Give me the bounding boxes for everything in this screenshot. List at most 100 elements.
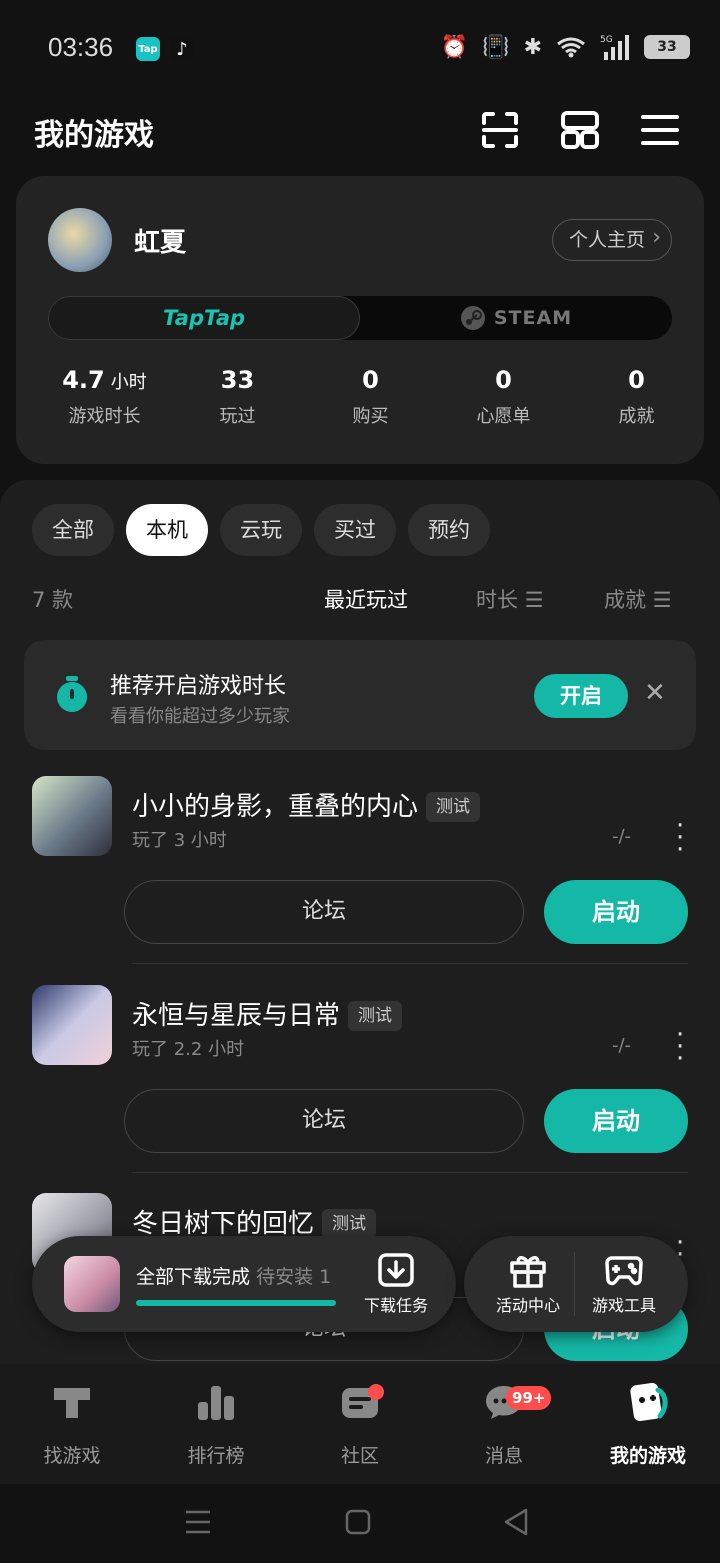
stat-wishlist[interactable]: 0 心愿单 — [437, 366, 570, 428]
home-icon[interactable] — [344, 1506, 372, 1538]
sort-playtime[interactable]: 时长 ☰ — [476, 584, 544, 614]
taptap-t-icon — [54, 1388, 90, 1418]
promo-subtitle: 看看你能超过多少玩家 — [110, 706, 290, 727]
profile-home-button[interactable]: 个人主页 — [551, 218, 672, 261]
game-thumbnail[interactable] — [32, 985, 112, 1065]
game-thumbnail[interactable] — [32, 776, 112, 856]
status-bar: 03:36 Tap ♪ ⏰ 📳 ✱ 5G 33 — [0, 0, 720, 96]
nav-my-games[interactable]: 我的游戏 — [588, 1380, 708, 1468]
steam-label: STEAM — [493, 307, 573, 329]
nav-label: 排行榜 — [187, 1445, 245, 1467]
platform-taptap-tab[interactable]: TapTap — [48, 296, 360, 340]
test-badge: 测试 — [426, 792, 481, 822]
platform-switch: TapTap STEAM — [48, 296, 672, 340]
download-status-bar[interactable]: 全部下载完成 待安装 1 下载任务 — [32, 1236, 456, 1332]
launch-button[interactable]: 启动 — [544, 1089, 688, 1153]
grid-icon — [561, 111, 599, 149]
nav-find-games[interactable]: 找游戏 — [12, 1380, 132, 1468]
scan-button[interactable] — [476, 106, 524, 154]
stat-played[interactable]: 33 玩过 — [171, 366, 304, 428]
page-header: 我的游戏 — [0, 96, 720, 168]
stats-row: 4.7 小时 游戏时长 33 玩过 0 购买 0 心愿单 0 成就 — [16, 366, 704, 428]
close-icon[interactable]: ✕ — [644, 678, 666, 708]
game-item: 永恒与星辰与日常 测试 玩了 2.2 小时 -/- · · · 论坛 启动 — [0, 969, 720, 1177]
stat-value: 0 — [495, 366, 512, 394]
activity-center-button[interactable]: 活动中心 — [478, 1252, 578, 1316]
tools-bar: 活动中心 游戏工具 — [464, 1236, 688, 1332]
platform-steam-tab[interactable]: STEAM — [360, 296, 672, 340]
filter-chip-local[interactable]: 本机 — [126, 504, 208, 556]
launch-button[interactable]: 启动 — [544, 880, 688, 944]
stat-purchased[interactable]: 0 购买 — [304, 366, 437, 428]
system-icons: ⏰ 📳 ✱ 5G 33 — [441, 34, 690, 60]
nav-label: 我的游戏 — [609, 1445, 686, 1467]
activity-center-label: 活动中心 — [495, 1296, 560, 1315]
stat-playtime[interactable]: 4.7 小时 游戏时长 — [38, 366, 171, 428]
my-games-icon — [630, 1383, 668, 1421]
alarm-icon: ⏰ — [440, 34, 469, 60]
download-progress — [136, 1300, 336, 1306]
sort-bar: 7 款 最近玩过 时长 ☰ 成就 ☰ — [32, 584, 688, 616]
download-task-label: 下载任务 — [363, 1296, 428, 1315]
enable-playtime-button[interactable]: 开启 — [534, 674, 628, 718]
menu-icon — [641, 115, 679, 145]
pending-install-text: 待安装 1 — [256, 1266, 332, 1288]
game-title[interactable]: 冬日树下的回忆 测试 — [132, 1203, 377, 1240]
download-icon — [378, 1253, 414, 1287]
nav-rankings[interactable]: 排行榜 — [156, 1380, 276, 1468]
page-title: 我的游戏 — [34, 118, 154, 153]
game-rating: -/- — [612, 1035, 632, 1056]
promo-title: 推荐开启游戏时长 — [110, 674, 287, 699]
download-thumbnail — [64, 1256, 120, 1312]
filter-chip-cloud[interactable]: 云玩 — [220, 504, 302, 556]
recent-apps-icon[interactable] — [184, 1506, 212, 1538]
stat-label: 玩过 — [219, 406, 256, 427]
status-time: 03:36 — [48, 32, 114, 62]
wifi-icon — [557, 37, 585, 58]
gamepad-icon — [605, 1256, 643, 1286]
download-task-button[interactable]: 下载任务 — [358, 1252, 434, 1316]
sort-icon: ☰ — [524, 588, 544, 612]
test-badge: 测试 — [322, 1209, 377, 1239]
stat-value: 4.7 — [62, 366, 105, 394]
bluetooth-icon: ✱ — [523, 34, 542, 60]
game-title[interactable]: 小小的身影，重叠的内心 测试 — [132, 786, 481, 823]
more-icon[interactable]: ··· — [676, 813, 684, 863]
stat-label: 游戏时长 — [68, 406, 141, 427]
notification-dot — [368, 1384, 384, 1400]
signal-icon: 5G — [600, 35, 629, 60]
tiktok-icon: ♪ — [170, 37, 194, 61]
stat-achievements[interactable]: 0 成就 — [570, 366, 703, 428]
divider — [132, 1172, 688, 1173]
avatar[interactable] — [48, 208, 112, 272]
download-complete-text: 全部下载完成 — [136, 1266, 251, 1288]
game-name: 小小的身影，重叠的内心 — [132, 792, 419, 822]
svg-text:5G: 5G — [600, 35, 613, 45]
game-name: 永恒与星辰与日常 — [132, 1001, 341, 1031]
game-title[interactable]: 永恒与星辰与日常 测试 — [132, 995, 403, 1032]
menu-button[interactable] — [636, 106, 684, 154]
filter-chip-all[interactable]: 全部 — [32, 504, 114, 556]
filter-chip-bought[interactable]: 买过 — [314, 504, 396, 556]
stat-label: 心愿单 — [476, 406, 531, 427]
filter-chip-reserved[interactable]: 预约 — [408, 504, 490, 556]
forum-button[interactable]: 论坛 — [124, 1089, 524, 1153]
game-playtime: 玩了 3 小时 — [132, 830, 227, 851]
stat-label: 成就 — [618, 406, 655, 427]
forum-button[interactable]: 论坛 — [124, 880, 524, 944]
bottom-navigation: 找游戏 排行榜 社区 99+ 消息 我的游戏 — [0, 1364, 720, 1484]
game-tools-button[interactable]: 游戏工具 — [574, 1252, 674, 1316]
game-count: 7 款 — [32, 588, 74, 612]
sort-recent[interactable]: 最近玩过 — [324, 584, 408, 614]
sort-achievements[interactable]: 成就 ☰ — [604, 584, 672, 614]
layout-button[interactable] — [556, 106, 604, 154]
more-icon[interactable]: ··· — [676, 1022, 684, 1072]
sort-achievements-label: 成就 — [604, 588, 646, 612]
ranking-icon — [198, 1386, 234, 1420]
steam-icon — [460, 306, 485, 330]
nav-label: 找游戏 — [43, 1445, 101, 1467]
nav-messages[interactable]: 99+ 消息 — [444, 1380, 564, 1468]
nav-label: 消息 — [484, 1445, 523, 1467]
nav-community[interactable]: 社区 — [300, 1380, 420, 1468]
back-icon[interactable] — [502, 1506, 530, 1538]
